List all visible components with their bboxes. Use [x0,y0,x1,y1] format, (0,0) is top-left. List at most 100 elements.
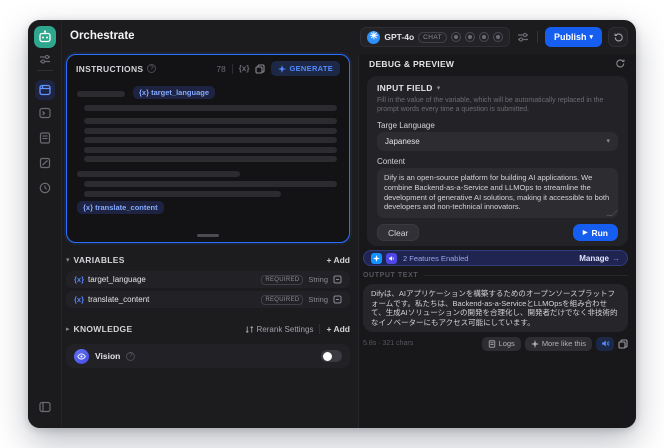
instructions-editor[interactable]: INSTRUCTIONS ? 78 {x} GENERATE {x} targe… [66,54,350,243]
add-knowledge-button[interactable]: + Add [326,324,350,334]
target-language-value: Japanese [385,137,420,146]
required-badge: REQUIRED [261,274,304,285]
capability-icon-3 [478,32,489,42]
string-type-icon [333,275,342,284]
app-window: Orchestrate ✳ GPT-4o CHAT Publish ▾ INST… [28,20,636,428]
content-value: Dify is an open-source platform for buil… [384,173,610,212]
arrow-right-icon: → [612,253,620,263]
target-language-select[interactable]: Japanese ▾ [377,132,618,151]
header-divider [536,31,538,43]
logs-label: Logs [498,339,515,348]
version-history-button[interactable] [608,27,628,47]
variable-name: target_language [88,275,146,284]
variable-row-target-language[interactable]: {x} target_language REQUIRED String [66,271,350,288]
variable-icon: {x} [74,275,85,284]
vision-toggle[interactable] [321,350,342,362]
required-badge: REQUIRED [261,294,304,305]
input-field-title: INPUT FIELD [377,83,433,93]
manage-features-button[interactable]: Manage → [579,254,620,263]
sidebar-item-orchestrate[interactable] [35,80,55,100]
clear-button[interactable]: Clear [377,224,420,241]
variable-token-target-language[interactable]: {x} target_language [133,86,216,99]
more-like-this-button[interactable]: More like this [524,336,592,351]
sidebar-item-monitoring[interactable] [38,181,52,195]
clock-icon [39,182,51,194]
logs-button[interactable]: Logs [481,336,521,351]
sidebar-item-annotation[interactable] [38,156,52,170]
speaker-icon [601,340,609,347]
terminal-icon [39,107,51,119]
copy-icon [618,338,628,349]
prompt-text-placeholder [77,171,240,177]
play-icon: ▶ [582,230,588,236]
features-enabled-bar[interactable]: 2 Features Enabled Manage → [363,250,628,266]
sidebar [28,20,62,428]
debug-preview-title: DEBUG & PREVIEW [369,58,455,69]
publish-label: Publish [553,32,587,42]
run-button[interactable]: ▶ Run [572,224,618,241]
variable-token-translate-content[interactable]: {x} translate_content [77,201,164,214]
publish-button[interactable]: Publish ▾ [544,27,602,47]
output-stats: 5.8s · 321 chars [363,340,414,347]
copy-output-button[interactable] [618,338,628,349]
history-icon [614,32,623,41]
openai-icon: ✳ [367,30,381,44]
variable-name: translate_content [88,295,150,304]
output-meta-row: 5.8s · 321 chars Logs More like this [363,336,628,351]
app-logo[interactable] [34,26,56,48]
prompt-text-placeholder [84,127,337,134]
variables-section-header: ▾ VARIABLES + Add [66,253,350,267]
generate-button[interactable]: GENERATE [271,61,340,76]
rerank-settings-button[interactable]: Rerank Settings [245,325,313,334]
sparkle-feature-icon [371,252,382,264]
content-label: Content [377,157,406,166]
chevron-down-icon[interactable]: ▾ [437,84,441,92]
model-params-icon[interactable] [516,30,530,44]
input-field-card: INPUT FIELD ▾ Fill in the value of the v… [367,76,628,246]
sidebar-collapse-icon[interactable] [38,400,52,414]
desktop-background: Orchestrate ✳ GPT-4o CHAT Publish ▾ INST… [0,0,664,448]
variables-title: VARIABLES [73,255,125,265]
sidebar-item-logs[interactable] [38,131,52,145]
text-to-speech-button[interactable] [596,336,614,351]
model-selector[interactable]: ✳ GPT-4o CHAT [360,27,510,47]
vision-label: Vision [95,351,121,361]
variable-type: String [308,275,328,284]
chevron-down-icon: ▾ [589,33,593,41]
variable-type: String [308,295,328,304]
features-enabled-label: 2 Features Enabled [403,253,469,263]
variable-row-translate-content[interactable]: {x} translate_content REQUIRED String [66,291,350,308]
chevron-right-icon[interactable]: ▸ [66,325,70,333]
output-text: Difyは、AIアプリケーションを構築するためのオープンソースプラットフォームで… [371,289,618,327]
list-document-icon [39,132,51,144]
prompt-text-placeholder [84,105,337,111]
sidebar-divider [37,70,53,71]
help-icon: ? [147,64,157,73]
chevron-down-icon: ▾ [606,138,610,145]
restart-icon[interactable] [615,58,626,69]
page-title: Orchestrate [70,30,135,42]
prompt-text-placeholder [84,118,337,124]
model-name: GPT-4o [384,32,415,42]
chevron-down-icon[interactable]: ▾ [66,256,70,264]
prompt-text-placeholder [77,91,125,97]
knowledge-divider [319,324,321,334]
eye-icon [74,348,89,364]
insert-variable-icon[interactable]: {x} [239,64,250,73]
output-text-header: OUTPUT TEXT [363,272,628,279]
add-variable-button[interactable]: + Add [326,255,350,265]
resize-handle[interactable] [197,234,219,237]
debug-preview-panel: DEBUG & PREVIEW INPUT FIELD ▾ Fill in th… [358,54,636,428]
copy-icon[interactable] [255,63,266,74]
sidebar-sliders-icon[interactable] [38,52,52,66]
string-type-icon [333,295,342,304]
content-textarea[interactable]: Dify is an open-source platform for buil… [377,168,618,218]
prompt-text-placeholder [84,146,337,153]
prompt-text-placeholder [84,156,337,162]
input-field-description: Fill in the value of the variable, which… [377,97,604,114]
generate-label: GENERATE [289,64,333,73]
prompt-text-placeholder [84,191,281,197]
sidebar-item-preview[interactable] [38,106,52,120]
capability-icon-1 [450,32,461,42]
resize-grip-icon[interactable] [606,210,618,216]
